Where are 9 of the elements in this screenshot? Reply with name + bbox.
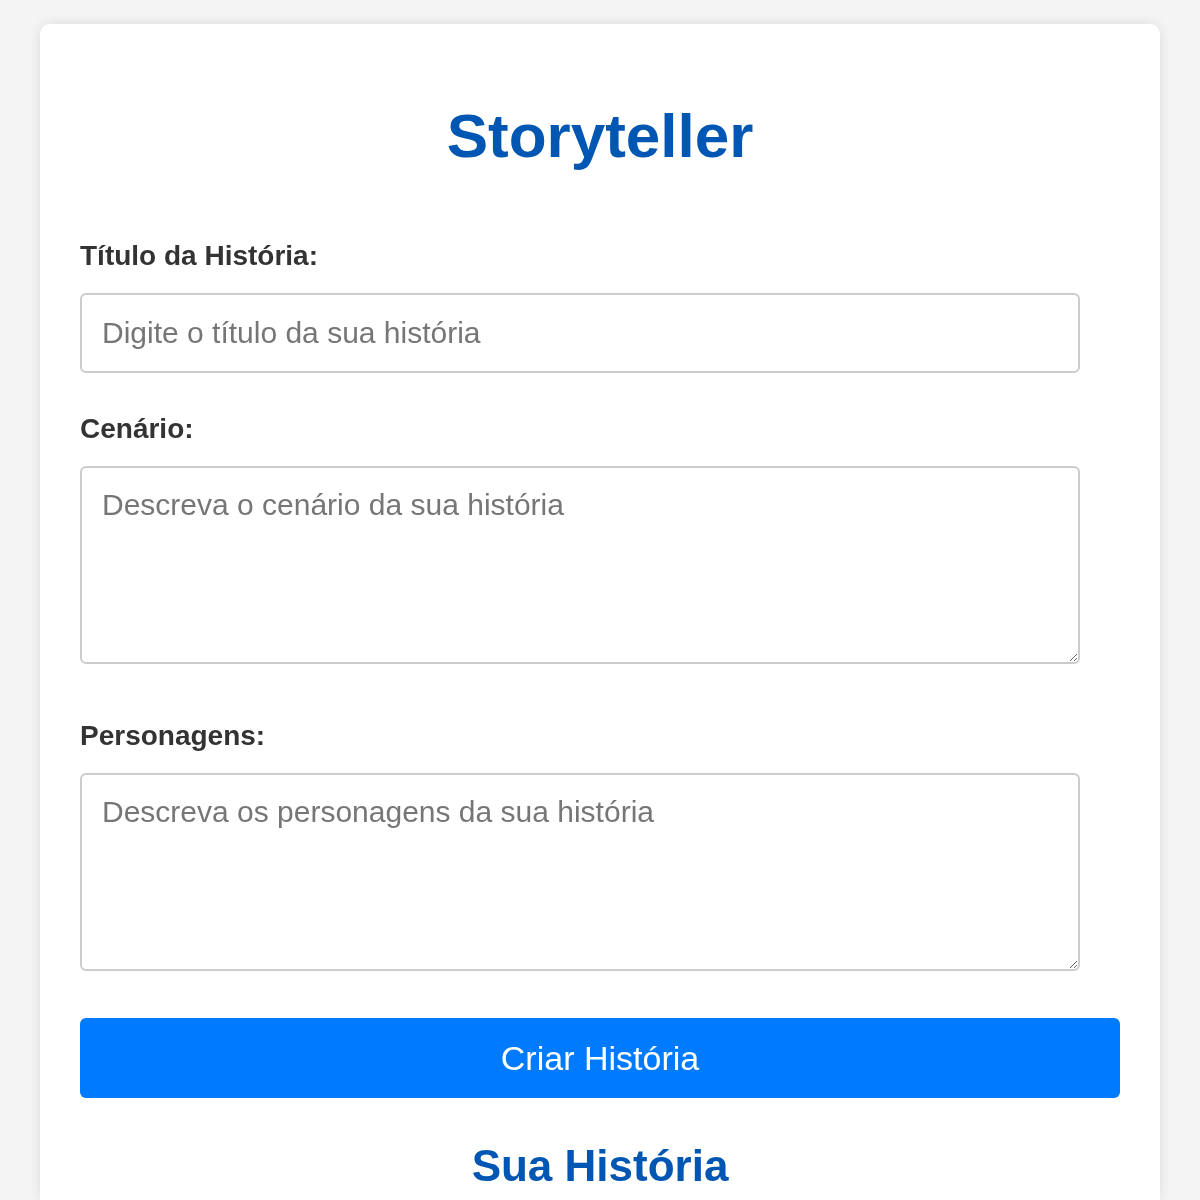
text-input-field[interactable]: Digite o título da sua história — [80, 293, 1080, 373]
text-area-field[interactable]: Descreva os personagens da sua história — [80, 773, 1080, 971]
app-title: Storyteller — [446, 100, 754, 172]
create-story-button[interactable]: Criar História — [80, 1018, 1120, 1098]
field-label: Título da História: — [80, 239, 318, 273]
text-area-field[interactable]: Descreva o cenário da sua história — [80, 466, 1080, 664]
field-label: Personagens: — [80, 719, 266, 753]
field-label: Cenário: — [80, 412, 194, 446]
section-heading: Sua História — [471, 1140, 729, 1192]
